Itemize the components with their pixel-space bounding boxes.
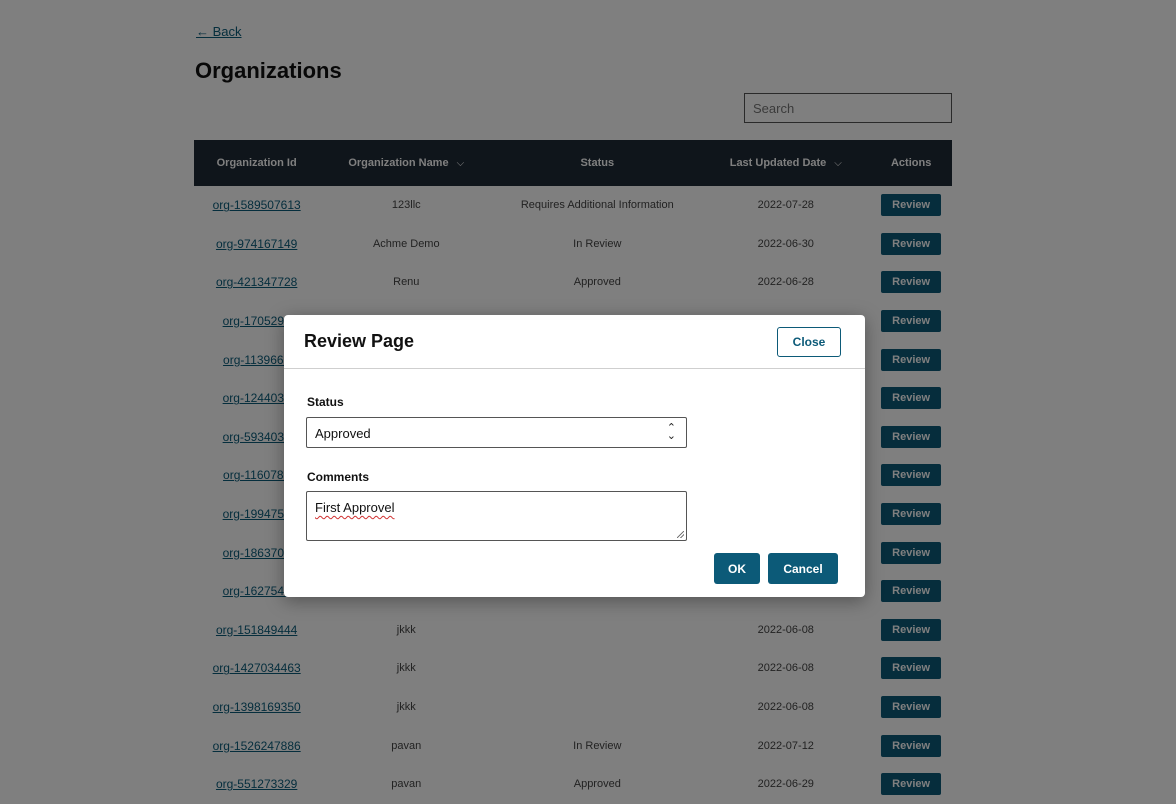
modal-header: Review Page Close (284, 315, 865, 369)
ok-button[interactable]: OK (714, 553, 760, 584)
comments-textarea[interactable]: First Approvel (306, 491, 687, 541)
status-select-value: Approved (315, 426, 371, 441)
cancel-button[interactable]: Cancel (768, 553, 838, 584)
comments-text: First Approvel (315, 500, 395, 515)
close-button[interactable]: Close (777, 327, 841, 357)
modal-title: Review Page (304, 331, 415, 351)
organizations-page: ← Back Organizations Organization Id Org… (0, 0, 1176, 804)
select-arrows-icon: ⌃ ⌄ (666, 422, 676, 442)
resize-grip-icon[interactable] (677, 531, 684, 538)
status-label: Status (307, 395, 344, 409)
status-select[interactable]: Approved ⌃ ⌄ (306, 417, 687, 448)
review-modal: Review Page Close Status Approved ⌃ ⌄ Com… (284, 315, 865, 597)
comments-label: Comments (307, 470, 370, 484)
